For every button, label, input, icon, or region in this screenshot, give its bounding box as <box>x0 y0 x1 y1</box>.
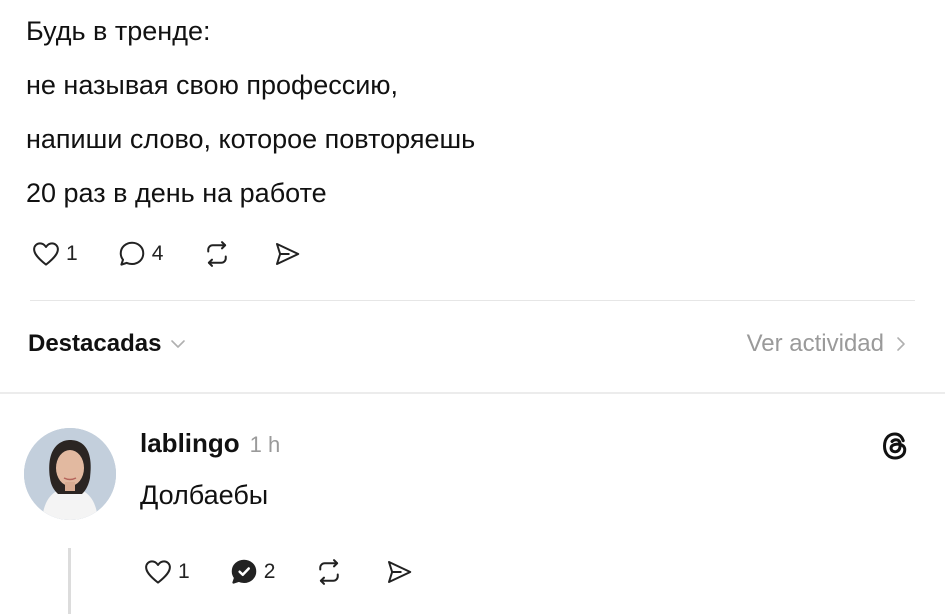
reply-like-count: 1 <box>178 560 190 583</box>
view-activity-link[interactable]: Ver actividad <box>747 330 908 358</box>
reply-text: Долбаебы <box>140 480 269 510</box>
reply-repost-button[interactable] <box>313 556 345 588</box>
post-text-line: Будь в тренде: <box>26 16 211 46</box>
view-activity-label: Ver actividad <box>746 330 884 357</box>
repost-button[interactable] <box>201 238 233 270</box>
share-icon <box>383 556 415 588</box>
section-divider <box>0 392 945 394</box>
like-button[interactable]: 1 <box>30 238 78 270</box>
post-text-line: 20 раз в день на работе <box>26 178 327 208</box>
reply-share-button[interactable] <box>383 556 415 588</box>
avatar[interactable] <box>24 428 116 520</box>
reply-timestamp: 1 h <box>249 432 281 457</box>
replies-header: Destacadas Ver actividad <box>28 330 908 366</box>
share-icon <box>271 238 303 270</box>
post-text: Будь в тренде: не называя свою профессию… <box>26 4 906 220</box>
comment-count: 4 <box>151 242 164 265</box>
reply-header: lablingo 1 h <box>140 428 280 459</box>
comment-button[interactable]: 4 <box>116 238 164 270</box>
repost-icon <box>201 238 233 270</box>
chevron-down-icon <box>169 335 187 353</box>
reply-comment-button[interactable]: 2 <box>228 556 276 588</box>
post-action-bar: 1 4 <box>30 236 341 272</box>
threads-logo-icon[interactable] <box>877 428 913 464</box>
like-count: 1 <box>66 242 78 265</box>
reply-comment-count: 2 <box>263 560 276 583</box>
avatar-image <box>24 428 116 520</box>
comment-icon <box>116 238 148 270</box>
reply-username[interactable]: lablingo <box>140 428 240 459</box>
repost-icon <box>313 556 345 588</box>
reply-action-bar: 1 2 <box>142 554 453 590</box>
post-text-line: не называя свою профессию, <box>26 70 399 100</box>
heart-icon <box>142 556 174 588</box>
heart-icon <box>30 238 62 270</box>
chevron-right-icon <box>894 336 908 352</box>
sort-label: Destacadas <box>28 330 162 357</box>
sort-dropdown[interactable]: Destacadas <box>28 330 187 358</box>
comment-filled-icon <box>228 556 260 588</box>
share-button[interactable] <box>271 238 303 270</box>
reply-like-button[interactable]: 1 <box>142 556 190 588</box>
post-divider <box>30 300 915 301</box>
thread-line <box>68 548 71 614</box>
post-text-line: напиши слово, которое повторяешь <box>26 124 476 154</box>
